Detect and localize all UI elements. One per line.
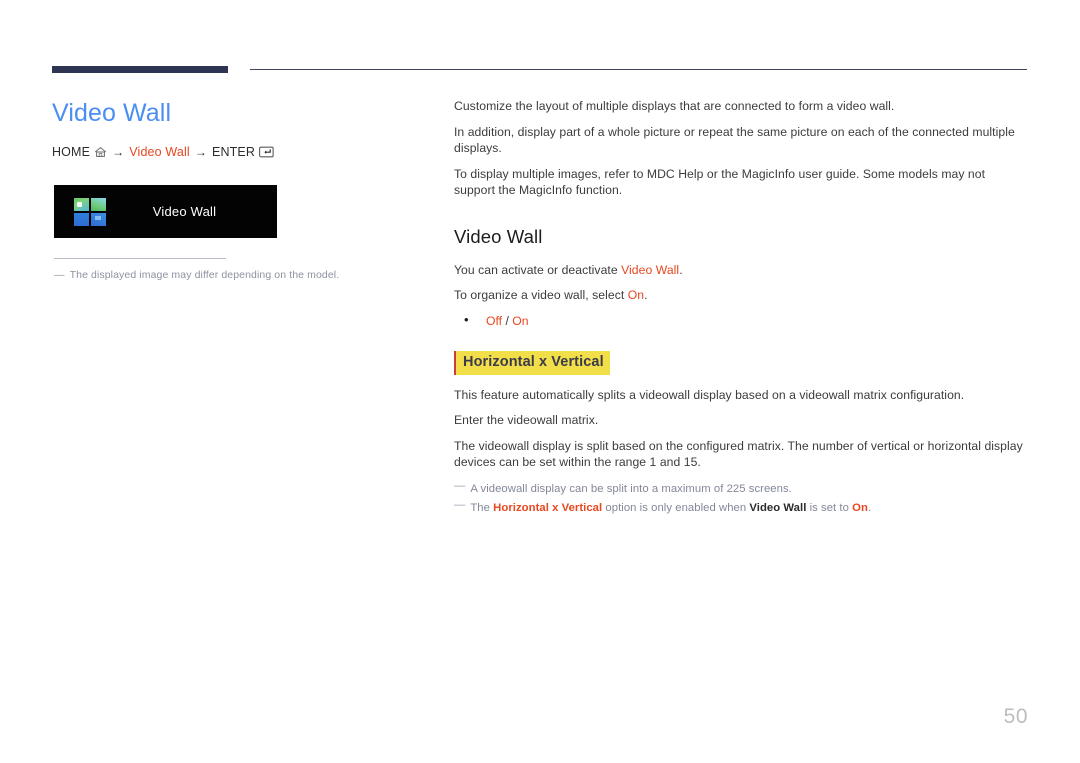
option-on[interactable]: On <box>512 314 528 328</box>
section-line-2-pre: To organize a video wall, select <box>454 288 628 302</box>
section-line-2-post: . <box>644 288 648 302</box>
breadcrumb-item-video-wall[interactable]: Video Wall <box>129 145 190 159</box>
home-icon <box>94 146 107 158</box>
intro-paragraph-2: In addition, display part of a whole pic… <box>454 124 1015 156</box>
menu-item-label: Video Wall <box>152 204 217 219</box>
note2-post: . <box>867 501 872 514</box>
breadcrumb-enter-label: ENTER <box>211 145 256 159</box>
subsection-note-2-text: The Horizontal x Vertical option is only… <box>470 500 871 516</box>
subsection-paragraph-2: Enter the videowall matrix. <box>454 413 599 427</box>
option-off[interactable]: Off <box>486 314 502 328</box>
video-wall-grid-icon <box>74 197 106 226</box>
note2-term-horizontal-x-vertical: Horizontal x Vertical <box>493 501 603 514</box>
subsection-note-2: ― The Horizontal x Vertical option is on… <box>454 498 1027 516</box>
subsection-paragraph-1: This feature automatically splits a vide… <box>454 387 965 402</box>
note-divider <box>54 258 226 259</box>
section-heading-video-wall: Video Wall <box>454 225 543 247</box>
left-note: ― The displayed image may differ dependi… <box>54 268 394 282</box>
header-rule-thick <box>52 66 228 73</box>
breadcrumb-arrow-1: → <box>112 145 125 159</box>
menu-item-video-wall[interactable]: Video Wall <box>54 185 277 238</box>
note2-mid: option is only enabled when <box>602 501 750 514</box>
page-title: Video Wall <box>52 99 172 127</box>
intro-paragraph-1: Customize the layout of multiple display… <box>454 99 895 113</box>
note2-term-video-wall: Video Wall <box>749 501 807 514</box>
subsection-note-1-text: A videowall display can be split into a … <box>470 482 792 495</box>
note-dash: ― <box>454 498 466 511</box>
breadcrumb-home-label: HOME <box>52 145 91 159</box>
header-rule-thin <box>250 69 1027 70</box>
section-line-1-post: . <box>679 262 683 277</box>
note2-term-on: On <box>852 501 868 514</box>
subsection-notes: ― A videowall display can be split into … <box>454 479 1027 516</box>
section-line-2: To organize a video wall, select On. <box>454 287 1027 304</box>
option-separator: / <box>505 313 509 328</box>
right-column: Customize the layout of multiple display… <box>454 98 1027 519</box>
subsection-note-1: ― A videowall display can be split into … <box>454 479 1027 497</box>
option-list: Off / On <box>454 312 1027 329</box>
note-dash: ― <box>54 269 65 281</box>
subsection-heading-horizontal-x-vertical: Horizontal x Vertical <box>454 350 610 375</box>
enter-key-icon <box>259 146 274 158</box>
left-note-text: The displayed image may differ depending… <box>69 269 340 281</box>
left-note-block: ― The displayed image may differ dependi… <box>54 258 394 282</box>
note2-pre: The <box>470 501 494 514</box>
note2-mid-2: is set to <box>806 501 853 514</box>
section-line-2-term: On <box>627 288 645 302</box>
left-column: Video Wall HOME → Video Wall → ENTER <box>52 96 412 159</box>
section-line-1: You can activate or deactivate Video Wal… <box>454 262 1027 279</box>
page-number: 50 <box>1003 705 1028 728</box>
section-line-1-pre: You can activate or deactivate <box>454 262 622 277</box>
subsection-paragraph-3: The videowall display is split based on … <box>454 438 1023 470</box>
list-item: Off / On <box>464 312 1027 329</box>
note-dash: ― <box>454 479 466 492</box>
intro-paragraph-3: To display multiple images, refer to MDC… <box>454 166 986 198</box>
breadcrumb-arrow-2: → <box>194 145 207 159</box>
breadcrumb: HOME → Video Wall → ENTER <box>52 145 412 159</box>
section-line-1-term: Video Wall <box>621 262 680 277</box>
